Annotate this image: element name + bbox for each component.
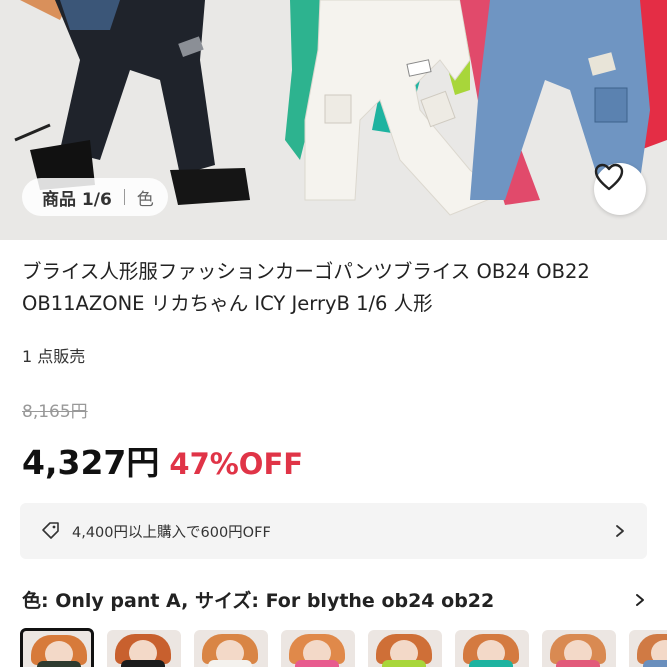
variant-selector[interactable]: 色: Only pant A, サイズ: For blythe ob24 ob2… <box>22 586 647 613</box>
gallery-page-label: 商品 1/6 <box>42 189 112 210</box>
product-image-gallery[interactable]: 商品 1/6 色 <box>0 0 667 240</box>
variant-thumbnail[interactable] <box>629 630 667 667</box>
product-title: ブライス人形服ファッションカーゴパンツブライス OB24 OB22 OB11AZ… <box>22 260 590 315</box>
variant-thumbnail-strip <box>20 628 667 667</box>
ticket-icon <box>42 522 59 539</box>
variant-thumbnail[interactable] <box>194 630 268 667</box>
original-price: 8,165円 <box>22 402 88 422</box>
thumbnail-doll-outfit <box>121 660 165 667</box>
coupon-banner[interactable]: 4,400円以上購入で600円OFF <box>20 503 647 559</box>
variant-thumbnail[interactable] <box>20 628 94 667</box>
favorite-button[interactable] <box>594 163 646 215</box>
discount-badge: 47%OFF <box>169 447 304 481</box>
thumbnail-doll-outfit <box>643 660 667 667</box>
sold-count: 1 点販売 <box>22 347 86 366</box>
variant-text: 色: Only pant A, サイズ: For blythe ob24 ob2… <box>22 590 495 612</box>
coupon-text: 4,400円以上購入で600円OFF <box>72 524 271 541</box>
thumbnail-doll-outfit <box>556 660 600 667</box>
thumbnail-doll-outfit <box>37 661 81 667</box>
thumbnail-doll-outfit <box>295 660 339 667</box>
variant-thumbnail[interactable] <box>281 630 355 667</box>
pager-divider <box>123 189 125 205</box>
chevron-right-icon <box>636 593 644 606</box>
thumbnail-doll-outfit <box>469 660 513 667</box>
thumbnail-doll-outfit <box>208 660 252 667</box>
gallery-page-indicator[interactable]: 商品 1/6 色 <box>22 178 168 216</box>
chevron-right-icon <box>616 525 624 537</box>
price-row: 4,327円 47%OFF <box>22 436 303 484</box>
heart-outline-icon <box>594 163 624 191</box>
thumbnail-doll-outfit <box>382 660 426 667</box>
gallery-variant-tab[interactable]: 色 <box>137 185 154 210</box>
variant-thumbnail[interactable] <box>107 630 181 667</box>
sale-price: 4,327円 <box>22 443 160 482</box>
variant-thumbnail[interactable] <box>455 630 529 667</box>
variant-thumbnail[interactable] <box>368 630 442 667</box>
variant-thumbnail[interactable] <box>542 630 616 667</box>
